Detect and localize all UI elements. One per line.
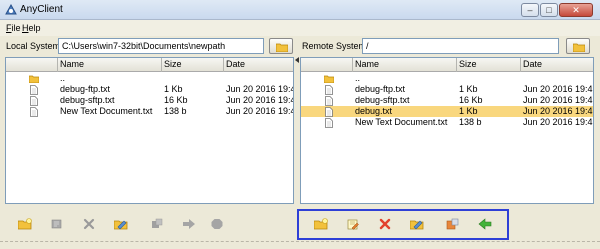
- minimize-button[interactable]: –: [521, 3, 539, 17]
- file-size: 138 b: [164, 106, 187, 116]
- file-icon: [30, 107, 38, 117]
- folder-icon: [573, 43, 585, 52]
- table-row[interactable]: ..: [6, 73, 293, 84]
- file-name: ..: [60, 73, 66, 83]
- file-name: debug-ftp.txt: [60, 84, 111, 94]
- file-name: New Text Document.txt: [60, 106, 153, 116]
- file-icon: [325, 85, 333, 95]
- local-browse-button[interactable]: [269, 38, 293, 54]
- menu-bar: File Help: [0, 20, 600, 36]
- local-properties-button[interactable]: [146, 214, 168, 236]
- file-date: Jun 20 2016 19:4...: [523, 106, 594, 116]
- local-edit-button[interactable]: [110, 214, 132, 236]
- local-stop-button[interactable]: [206, 214, 228, 236]
- edit-icon: [114, 220, 128, 230]
- column-icon[interactable]: [301, 58, 353, 72]
- column-name[interactable]: Name: [58, 58, 162, 72]
- file-icon: [30, 96, 38, 106]
- local-delete-button[interactable]: [78, 214, 100, 236]
- local-new-folder-button[interactable]: [14, 214, 36, 236]
- menu-help[interactable]: Help: [22, 23, 41, 33]
- remote-browse-button[interactable]: [566, 38, 590, 54]
- file-date: Jun 20 2016 19:4...: [523, 95, 594, 105]
- local-rename-button[interactable]: [46, 214, 68, 236]
- local-system-label: Local System: [6, 41, 61, 51]
- local-file-list[interactable]: Name Size Date .. debug-ftp.txt 1 Kb Jun…: [5, 57, 294, 204]
- file-icon: [325, 107, 333, 117]
- local-upload-button[interactable]: [178, 214, 200, 236]
- table-row[interactable]: New Text Document.txt 138 b Jun 20 2016 …: [6, 106, 293, 117]
- toolbar-highlight-box: [297, 209, 509, 240]
- file-icon: [30, 85, 38, 95]
- column-size[interactable]: Size: [162, 58, 224, 72]
- file-size: 1 Kb: [459, 106, 478, 116]
- file-date: Jun 20 2016 19:4...: [226, 106, 293, 116]
- column-name[interactable]: Name: [353, 58, 457, 72]
- split-divider[interactable]: [295, 57, 299, 204]
- table-row[interactable]: debug-sftp.txt 16 Kb Jun 20 2016 19:4...: [6, 95, 293, 106]
- rename-icon: [51, 219, 62, 229]
- table-row-selected[interactable]: debug.txt 1 Kb Jun 20 2016 19:4...: [301, 106, 593, 117]
- collapse-arrow-icon[interactable]: [295, 57, 299, 63]
- table-row[interactable]: debug-sftp.txt 16 Kb Jun 20 2016 19:4...: [301, 95, 593, 106]
- window-title: AnyClient: [20, 4, 63, 15]
- file-name: debug-ftp.txt: [355, 84, 406, 94]
- file-icon: [325, 118, 333, 128]
- file-date: Jun 20 2016 19:4...: [226, 95, 293, 105]
- column-date[interactable]: Date: [224, 58, 293, 72]
- delete-icon: [83, 218, 95, 230]
- remote-path-input[interactable]: /: [362, 38, 559, 54]
- menu-file[interactable]: File: [6, 23, 21, 33]
- file-date: Jun 20 2016 19:4...: [523, 117, 594, 127]
- column-icon[interactable]: [6, 58, 58, 72]
- column-date[interactable]: Date: [521, 58, 593, 72]
- remote-table-header: Name Size Date: [301, 58, 593, 72]
- table-row[interactable]: New Text Document.txt 138 b Jun 20 2016 …: [301, 117, 593, 128]
- file-icon: [325, 96, 333, 106]
- stop-icon: [211, 219, 223, 229]
- local-toolbar: [0, 214, 300, 236]
- table-row[interactable]: debug-ftp.txt 1 Kb Jun 20 2016 19:4...: [6, 84, 293, 95]
- menu-help-label: elp: [28, 23, 41, 33]
- new-folder-icon: [18, 218, 32, 230]
- file-date: Jun 20 2016 19:4...: [226, 84, 293, 94]
- properties-icon: [152, 218, 163, 228]
- local-table-header: Name Size Date: [6, 58, 293, 72]
- folder-icon: [324, 75, 334, 83]
- table-row[interactable]: ..: [301, 73, 593, 84]
- remote-file-list[interactable]: Name Size Date .. debug-ftp.txt 1 Kb Jun…: [300, 57, 594, 204]
- maximize-button[interactable]: □: [540, 3, 558, 17]
- file-size: 138 b: [459, 117, 482, 127]
- file-name: debug-sftp.txt: [355, 95, 410, 105]
- folder-icon: [276, 43, 288, 52]
- file-name: New Text Document.txt: [355, 117, 448, 127]
- close-button[interactable]: ✕: [559, 3, 593, 17]
- file-name: ..: [355, 73, 361, 83]
- file-size: 16 Kb: [164, 95, 188, 105]
- file-size: 16 Kb: [459, 95, 483, 105]
- remote-system-label: Remote System: [302, 41, 367, 51]
- menu-file-label: ile: [11, 23, 21, 33]
- title-bar: AnyClient – □ ✕: [0, 0, 600, 20]
- upload-arrow-icon: [183, 219, 195, 229]
- local-path-input[interactable]: C:\Users\win7-32bit\Documents\newpath: [58, 38, 264, 54]
- app-icon: [5, 4, 17, 15]
- file-name: debug-sftp.txt: [60, 95, 115, 105]
- local-path-row: Local System C:\Users\win7-32bit\Documen…: [0, 38, 300, 54]
- column-size[interactable]: Size: [457, 58, 521, 72]
- file-size: 1 Kb: [459, 84, 478, 94]
- remote-path-row: Remote System /: [300, 38, 600, 54]
- file-name: debug.txt: [355, 106, 393, 116]
- table-row[interactable]: debug-ftp.txt 1 Kb Jun 20 2016 19:4...: [301, 84, 593, 95]
- status-bar: [0, 241, 600, 249]
- file-date: Jun 20 2016 19:4...: [523, 84, 594, 94]
- folder-icon: [29, 75, 39, 83]
- file-size: 1 Kb: [164, 84, 183, 94]
